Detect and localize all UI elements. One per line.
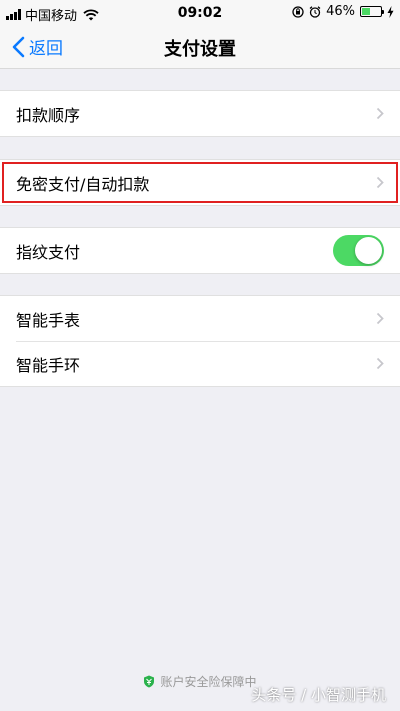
settings-group-fingerprint: 指纹支付	[0, 227, 400, 274]
status-right: 46%	[292, 4, 394, 19]
row-label: 智能手表	[16, 310, 81, 330]
battery-percent: 46%	[326, 4, 355, 19]
rotation-lock-icon	[292, 5, 304, 18]
battery-fill	[362, 8, 371, 15]
chevron-right-icon	[376, 107, 384, 120]
chevron-right-icon	[376, 176, 384, 189]
row-label: 指纹支付	[16, 242, 81, 262]
chevron-right-icon	[376, 357, 384, 370]
row-smart-watch[interactable]: 智能手表	[0, 296, 400, 341]
settings-group-password-free: 免密支付/自动扣款	[0, 159, 400, 206]
row-label: 智能手环	[16, 355, 81, 375]
battery-icon	[360, 6, 384, 17]
row-fingerprint-payment: 指纹支付	[0, 228, 400, 273]
chevron-right-icon	[376, 312, 384, 325]
footer-text: 账户安全险保障中	[160, 675, 257, 689]
settings-group-wearables: 智能手表 智能手环	[0, 295, 400, 387]
navigation-bar: 返回 支付设置	[0, 26, 400, 69]
toggle-knob	[355, 237, 382, 264]
settings-group-deduction-order: 扣款顺序	[0, 90, 400, 137]
charging-icon	[387, 5, 394, 18]
row-label: 扣款顺序	[16, 105, 81, 125]
status-bar: 中国移动 09:02 46%	[0, 0, 400, 26]
row-password-free-payment[interactable]: 免密支付/自动扣款	[0, 160, 400, 205]
watermark: 头条号 / 小智测手机	[251, 686, 386, 704]
row-label: 免密支付/自动扣款	[16, 174, 150, 194]
page-title: 支付设置	[164, 39, 236, 60]
row-deduction-order[interactable]: 扣款顺序	[0, 91, 400, 136]
row-smart-band[interactable]: 智能手环	[0, 341, 400, 386]
fingerprint-toggle[interactable]	[333, 235, 384, 266]
shield-icon	[144, 675, 155, 688]
alarm-icon	[309, 5, 321, 18]
